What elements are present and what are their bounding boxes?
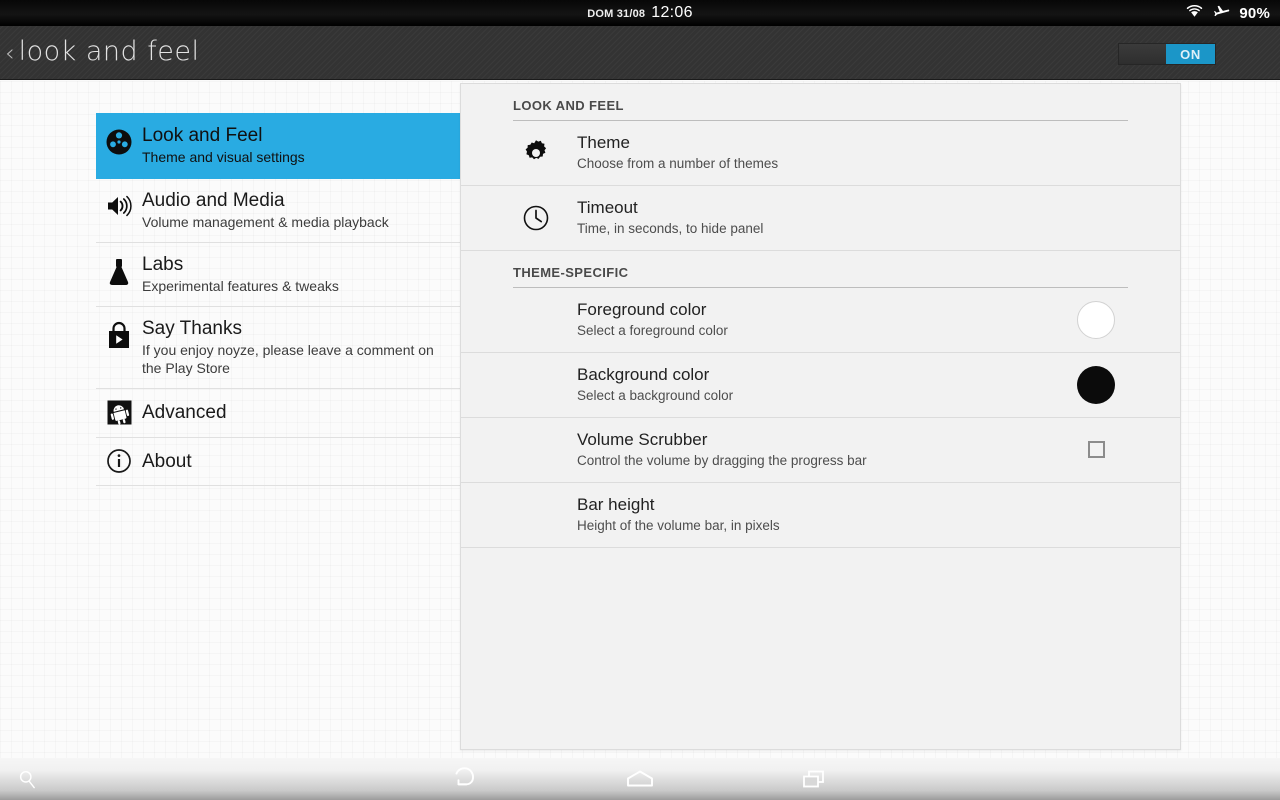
sidebar-item-text: Audio and Media Volume management & medi…: [142, 189, 446, 231]
film-reel-icon: [96, 124, 142, 156]
pref-row-theme[interactable]: Theme Choose from a number of themes: [461, 121, 1180, 186]
pref-subtitle: Time, in seconds, to hide panel: [577, 221, 764, 236]
pref-text: Foreground color Select a foreground col…: [577, 299, 1064, 340]
sidebar-item-advanced[interactable]: Advanced: [96, 389, 460, 438]
pref-title: Bar height: [577, 495, 655, 514]
sidebar-item-subtitle: Volume management & media playback: [142, 214, 389, 230]
sidebar-item-title: Labs: [142, 254, 184, 275]
pref-title: Timeout: [577, 198, 638, 217]
sidebar-item-labs[interactable]: Labs Experimental features & tweaks: [96, 243, 460, 307]
foreground-color-swatch[interactable]: [1064, 300, 1128, 339]
status-bar-time: 12:06: [651, 4, 693, 21]
system-navigation-bar: [0, 758, 1280, 800]
airplane-mode-icon: [1213, 3, 1230, 24]
sidebar-item-subtitle: Experimental features & tweaks: [142, 278, 339, 294]
sidebar-item-look-and-feel[interactable]: Look and Feel Theme and visual settings: [96, 113, 460, 179]
pref-title: Volume Scrubber: [577, 430, 708, 449]
master-enable-toggle[interactable]: ON: [1118, 43, 1216, 65]
pref-row-foreground-color[interactable]: Foreground color Select a foreground col…: [461, 288, 1180, 353]
status-bar-indicators: 90%: [1185, 0, 1270, 26]
recent-apps-icon[interactable]: [788, 762, 840, 796]
section-header-look-and-feel: LOOK AND FEEL: [513, 98, 624, 113]
speaker-volume-icon: [96, 189, 142, 219]
pref-subtitle: Select a foreground color: [577, 323, 728, 338]
clock-icon: [513, 203, 577, 233]
sidebar-item-text: Labs Experimental features & tweaks: [142, 253, 446, 295]
sidebar-item-say-thanks[interactable]: Say Thanks If you enjoy noyze, please le…: [96, 307, 460, 389]
pref-subtitle: Select a background color: [577, 388, 734, 403]
pref-title: Background color: [577, 365, 710, 384]
sidebar-item-text: Look and Feel Theme and visual settings: [142, 124, 446, 166]
pref-row-volume-scrubber[interactable]: Volume Scrubber Control the volume by dr…: [461, 418, 1180, 483]
pref-text: Bar height Height of the volume bar, in …: [577, 494, 1064, 535]
pref-subtitle: Control the volume by dragging the progr…: [577, 453, 867, 468]
pref-row-timeout[interactable]: Timeout Time, in seconds, to hide panel: [461, 186, 1180, 251]
info-circle-icon: [96, 448, 142, 474]
gear-icon: [513, 138, 577, 168]
pref-subtitle: Choose from a number of themes: [577, 156, 779, 171]
sidebar-item-audio-and-media[interactable]: Audio and Media Volume management & medi…: [96, 179, 460, 243]
sidebar-item-title: About: [142, 450, 192, 472]
master-enable-toggle-thumb[interactable]: ON: [1166, 44, 1215, 64]
nav-button-group: [0, 758, 1280, 800]
pref-text: Timeout Time, in seconds, to hide panel: [577, 197, 1064, 238]
page-body: Look and Feel Theme and visual settings …: [0, 81, 1280, 758]
back-chevron-icon[interactable]: ‹: [5, 41, 15, 65]
pref-text: Volume Scrubber Control the volume by dr…: [577, 429, 1064, 470]
home-icon[interactable]: [614, 762, 666, 796]
pref-subtitle: Height of the volume bar, in pixels: [577, 518, 780, 533]
sidebar-item-text: Say Thanks If you enjoy noyze, please le…: [142, 317, 446, 377]
sidebar-item-title: Say Thanks: [142, 318, 242, 339]
status-bar-date: DOM 31/08: [587, 8, 646, 20]
checkbox-box: [1087, 441, 1105, 458]
back-icon[interactable]: [440, 762, 492, 796]
wifi-icon: [1185, 3, 1204, 23]
pref-title: Foreground color: [577, 300, 707, 319]
pref-text: Theme Choose from a number of themes: [577, 132, 1064, 173]
section-header-theme-specific: THEME-SPECIFIC: [513, 265, 629, 280]
color-swatch-circle: [1077, 365, 1115, 404]
color-swatch-circle: [1077, 300, 1115, 339]
lab-flask-icon: [96, 253, 142, 287]
background-color-swatch[interactable]: [1064, 365, 1128, 404]
settings-sidebar: Look and Feel Theme and visual settings …: [96, 113, 460, 486]
sidebar-item-about[interactable]: About: [96, 438, 460, 486]
sidebar-item-subtitle: If you enjoy noyze, please leave a comme…: [142, 342, 434, 376]
preferences-card: LOOK AND FEEL Theme Choose from a number…: [460, 83, 1181, 750]
sidebar-item-text: Advanced: [142, 401, 446, 424]
volume-scrubber-checkbox[interactable]: [1064, 441, 1128, 458]
sidebar-item-title: Advanced: [142, 402, 227, 423]
status-bar-clock: DOM 31/08 12:06: [587, 4, 693, 22]
battery-percent-label: 90%: [1239, 4, 1270, 22]
play-store-icon: [96, 317, 142, 351]
pref-text: Background color Select a background col…: [577, 364, 1064, 405]
pref-title: Theme: [577, 133, 630, 152]
status-bar: DOM 31/08 12:06 90%: [0, 0, 1280, 26]
sidebar-item-title: Audio and Media: [142, 190, 285, 211]
page-title: look and feel: [18, 36, 200, 67]
action-bar: ‹ look and feel ON: [0, 26, 1280, 80]
pref-row-background-color[interactable]: Background color Select a background col…: [461, 353, 1180, 418]
sidebar-item-title: Look and Feel: [142, 125, 263, 146]
pref-row-bar-height[interactable]: Bar height Height of the volume bar, in …: [461, 483, 1180, 548]
android-robot-icon: [96, 399, 142, 426]
sidebar-item-subtitle: Theme and visual settings: [142, 149, 305, 165]
sidebar-item-text: About: [142, 450, 446, 473]
